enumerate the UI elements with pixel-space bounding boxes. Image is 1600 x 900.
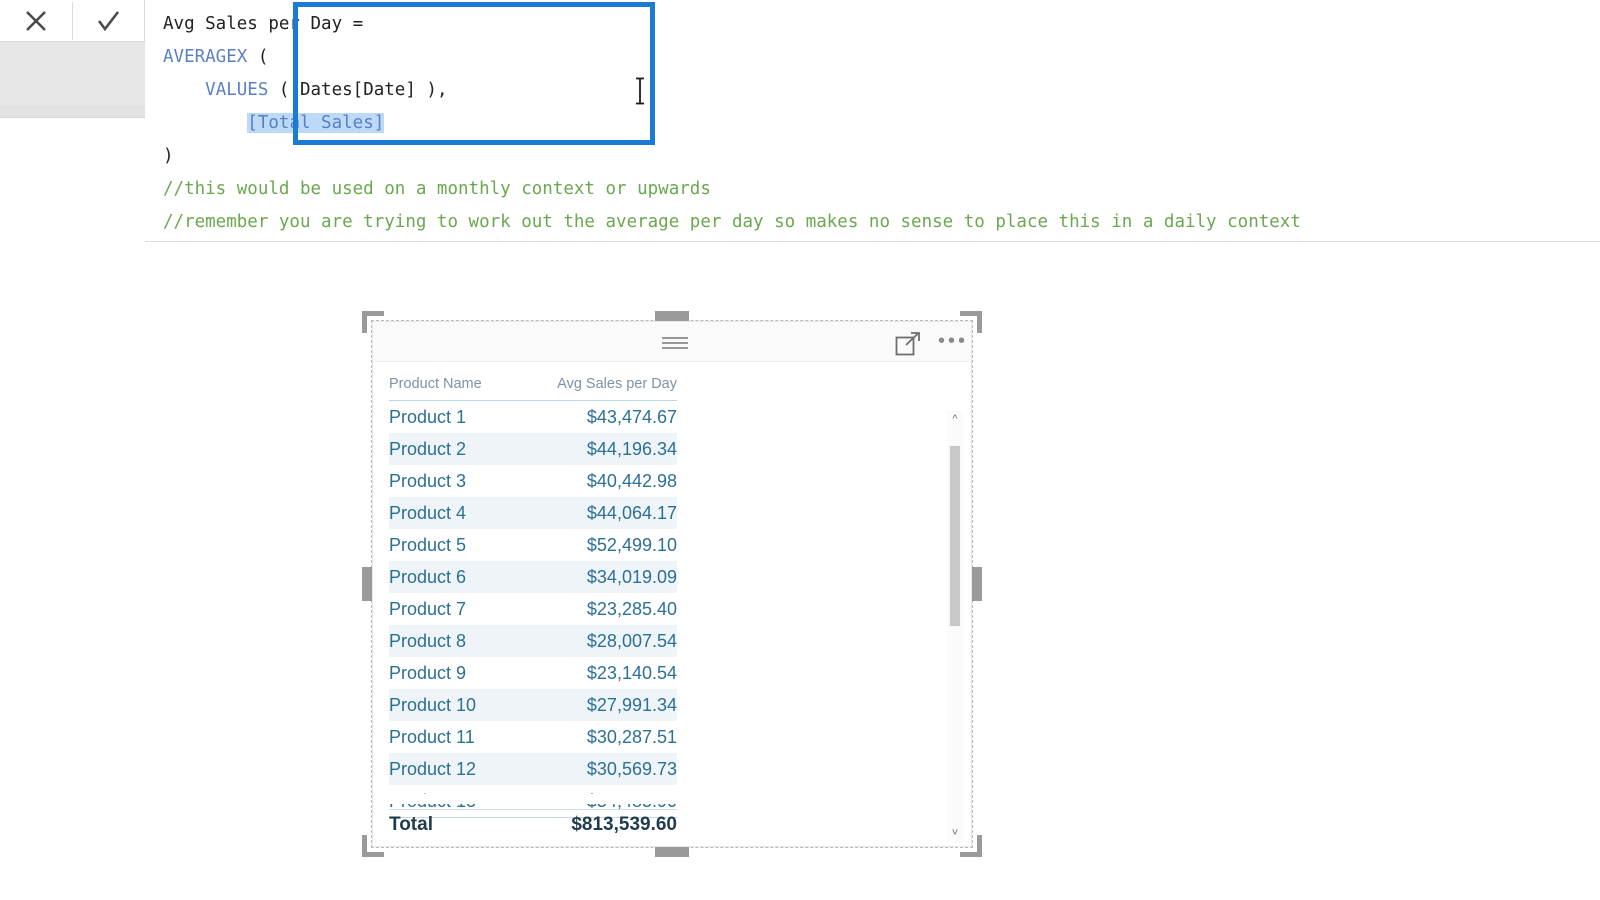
table-row[interactable]: Product 3 $40,442.98 — [389, 465, 677, 497]
table-row[interactable]: Product 1 $43,474.67 — [389, 401, 677, 434]
cell-product-name[interactable]: Product 2 — [389, 433, 515, 465]
ribbon-separator — [0, 105, 152, 118]
formula-comment-2: //remember you are trying to work out th… — [163, 212, 1301, 232]
action-divider — [72, 2, 73, 40]
cell-avg-sales-per-day[interactable]: $44,064.17 — [514, 497, 677, 529]
cell-avg-sales-per-day[interactable]: $43,474.67 — [515, 401, 677, 434]
cell-product-name[interactable]: Product 8 — [389, 625, 515, 657]
page-title-clip: Enter — [0, 175, 145, 245]
resize-handle-right[interactable] — [972, 567, 982, 601]
formula-line-values-func: VALUES — [205, 80, 269, 100]
resize-handle-bottom-right[interactable] — [960, 835, 982, 857]
resize-handle-top-left[interactable] — [362, 311, 384, 333]
formula-line-averagex-paren: ( — [247, 47, 269, 67]
table-rows: Product 1 $43,474.67 Product 2 $44,196.34 Pr… — [389, 401, 677, 818]
table-visual-container[interactable]: ••• Product Name Avg Sales per Day Produ… — [362, 311, 982, 857]
formula-line-close-paren: ) — [163, 146, 174, 166]
dax-formula-bar[interactable]: Avg Sales per Day = AVERAGEX ( VALUES ( … — [145, 0, 1600, 242]
formula-line-averagex-func: AVERAGEX — [163, 47, 248, 67]
table-total-row: Total $813,539.60 — [389, 809, 677, 836]
formula-line-measure-name: Avg Sales per Day = — [163, 14, 364, 34]
resize-handle-top-right[interactable] — [960, 311, 982, 333]
focus-mode-icon[interactable] — [895, 331, 921, 357]
resize-handle-top[interactable] — [655, 311, 689, 321]
cell-product-name[interactable]: Product 9 — [389, 657, 515, 689]
table-row[interactable]: Product 4 $44,064.17 — [389, 497, 677, 529]
cell-product-name[interactable]: Product 5 — [389, 529, 515, 561]
close-icon — [26, 10, 46, 31]
cell-avg-sales-per-day[interactable]: $52,499.10 — [515, 529, 677, 561]
cell-product-name[interactable]: Product 10 — [389, 689, 515, 721]
vertical-scrollbar[interactable]: ^ ˅ — [947, 410, 963, 842]
cell-avg-sales-per-day[interactable]: $40,442.98 — [515, 465, 677, 497]
cell-product-name[interactable]: Product 12 — [389, 753, 515, 785]
cell-product-name[interactable]: Product 6 — [389, 561, 515, 593]
cell-avg-sales-per-day[interactable]: $44,196.34 — [514, 433, 677, 465]
row-clip-mask — [373, 794, 971, 804]
total-label: Total — [389, 814, 433, 835]
cell-product-name[interactable]: Product 4 — [389, 497, 515, 529]
cell-product-name[interactable]: Product 1 — [389, 401, 515, 434]
formula-comment-1: //this would be used on a monthly contex… — [163, 179, 711, 199]
resize-handle-left[interactable] — [362, 567, 372, 601]
visual-header: ••• — [373, 322, 971, 362]
formula-line-total-sales-measure[interactable]: [Total Sales] — [247, 113, 385, 133]
table-header-row: Product Name Avg Sales per Day — [389, 372, 677, 401]
table-row[interactable]: Product 8 $28,007.54 — [389, 625, 677, 657]
cell-avg-sales-per-day[interactable]: $28,007.54 — [514, 625, 677, 657]
table-row[interactable]: Product 6 $34,019.09 — [389, 561, 677, 593]
more-options-icon[interactable]: ••• — [938, 331, 968, 351]
dax-formula-code[interactable]: Avg Sales per Day = AVERAGEX ( VALUES ( … — [145, 0, 1600, 239]
table-row[interactable]: Product 9 $23,140.54 — [389, 657, 677, 689]
cell-avg-sales-per-day[interactable]: $27,991.34 — [514, 689, 677, 721]
table-row[interactable]: Product 5 $52,499.10 — [389, 529, 677, 561]
table-row[interactable]: Product 11 $30,287.51 — [389, 721, 677, 753]
table-row[interactable]: Product 12 $30,569.73 — [389, 753, 677, 785]
total-value: $813,539.60 — [571, 814, 677, 835]
cell-avg-sales-per-day[interactable]: $23,140.54 — [515, 657, 677, 689]
resize-handle-bottom-left[interactable] — [362, 835, 384, 857]
cell-avg-sales-per-day[interactable]: $23,285.40 — [515, 593, 677, 625]
checkmark-icon — [97, 10, 120, 31]
table-row[interactable]: Product 10 $27,991.34 — [389, 689, 677, 721]
cancel-formula-button[interactable] — [0, 0, 72, 41]
data-table: Product Name Avg Sales per Day Product 1… — [389, 372, 677, 818]
column-header-avg-sales[interactable]: Avg Sales per Day — [514, 372, 677, 401]
cell-avg-sales-per-day[interactable]: $30,569.73 — [514, 753, 677, 785]
table-visual[interactable]: ••• Product Name Avg Sales per Day Produ… — [372, 321, 972, 847]
filter-icon[interactable] — [661, 334, 689, 350]
scroll-up-button[interactable]: ^ — [947, 410, 963, 428]
formula-action-bar — [0, 0, 145, 42]
formula-line-values-args: ( Dates[Date] ), — [268, 80, 448, 100]
scrollbar-thumb[interactable] — [950, 446, 960, 626]
cell-product-name[interactable]: Product 11 — [389, 721, 515, 753]
column-header-product-name[interactable]: Product Name — [389, 372, 515, 401]
cell-avg-sales-per-day[interactable]: $34,019.09 — [514, 561, 677, 593]
commit-formula-button[interactable] — [72, 0, 144, 41]
table-row[interactable]: Product 7 $23,285.40 — [389, 593, 677, 625]
cell-product-name[interactable]: Product 3 — [389, 465, 515, 497]
cell-product-name[interactable]: Product 7 — [389, 593, 515, 625]
table-body[interactable]: Product Name Avg Sales per Day Product 1… — [373, 362, 971, 848]
resize-handle-bottom[interactable] — [655, 847, 689, 857]
cell-avg-sales-per-day[interactable]: $30,287.51 — [515, 721, 677, 753]
table-row[interactable]: Product 2 $44,196.34 — [389, 433, 677, 465]
